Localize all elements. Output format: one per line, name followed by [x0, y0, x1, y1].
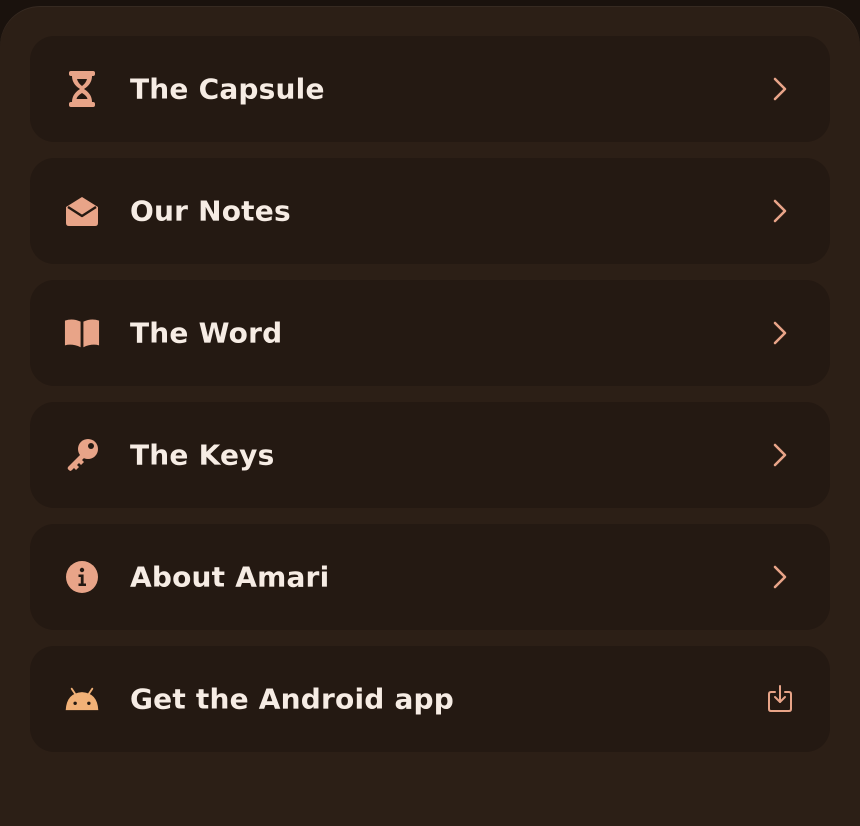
- menu-item-label: The Word: [130, 316, 283, 350]
- book-open-icon: [64, 315, 100, 351]
- chevron-right-icon: [766, 197, 794, 225]
- menu-item-our-notes[interactable]: Our Notes: [30, 158, 830, 264]
- menu-item-the-keys[interactable]: The Keys: [30, 402, 830, 508]
- menu-item-get-android-app[interactable]: Get the Android app: [30, 646, 830, 752]
- android-icon: [64, 681, 100, 717]
- info-icon: [64, 559, 100, 595]
- envelope-open-icon: [64, 193, 100, 229]
- menu-list: The Capsule Our Notes The Word The Keys …: [30, 36, 830, 768]
- menu-item-label: About Amari: [130, 560, 330, 594]
- chevron-right-icon: [766, 319, 794, 347]
- download-icon[interactable]: [766, 685, 794, 713]
- chevron-right-icon: [766, 75, 794, 103]
- menu-item-label: Get the Android app: [130, 682, 455, 716]
- menu-item-label: The Keys: [130, 438, 275, 472]
- menu-item-the-word[interactable]: The Word: [30, 280, 830, 386]
- menu-sheet: The Capsule Our Notes The Word The Keys …: [0, 6, 860, 826]
- hourglass-icon: [64, 71, 100, 107]
- chevron-right-icon: [766, 441, 794, 469]
- menu-item-label: Our Notes: [130, 194, 291, 228]
- menu-item-label: The Capsule: [130, 72, 325, 106]
- menu-item-the-capsule[interactable]: The Capsule: [30, 36, 830, 142]
- menu-item-about-amari[interactable]: About Amari: [30, 524, 830, 630]
- key-icon: [64, 437, 100, 473]
- chevron-right-icon: [766, 563, 794, 591]
